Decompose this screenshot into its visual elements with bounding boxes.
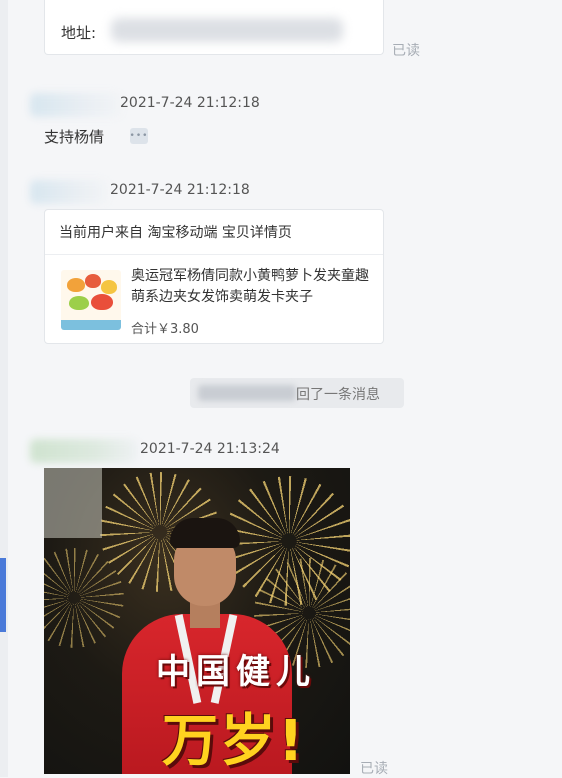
sender-name-redacted: [30, 93, 122, 117]
sticker-image[interactable]: 中国健儿 万岁!: [44, 468, 350, 774]
address-redacted: [111, 18, 343, 42]
read-status: 已读: [360, 761, 388, 777]
sticker-thumbnail-overlay: [44, 468, 102, 538]
product-card[interactable]: 当前用户来自 淘宝移动端 宝贝详情页 奥运冠军杨倩同款小黄鸭萝卜发夹童趣萌系边夹…: [44, 209, 384, 344]
product-price: 合计￥3.80: [131, 322, 199, 337]
scroll-indicator[interactable]: [0, 558, 6, 632]
message-header: 2021-7-24 21:12:18: [30, 180, 290, 204]
divider: [45, 254, 383, 255]
message-text: 支持杨倩: [44, 128, 105, 146]
notice-name-redacted: [198, 385, 296, 401]
address-label: 地址:: [61, 24, 97, 42]
message-header: 2021-7-24 21:13:24: [30, 439, 310, 463]
product-title[interactable]: 奥运冠军杨倩同款小黄鸭萝卜发夹童趣萌系边夹女发饰卖萌发卡夹子: [131, 266, 371, 308]
system-notice: 回了一条消息: [190, 378, 404, 408]
sender-name-redacted: [30, 180, 108, 204]
message-header: 2021-7-24 21:12:18: [30, 93, 290, 117]
address-card: 地址:: [44, 0, 384, 55]
message-timestamp: 2021-7-24 21:12:18: [110, 182, 250, 198]
left-rail: [0, 0, 8, 777]
message-timestamp: 2021-7-24 21:13:24: [140, 441, 280, 457]
read-status: 已读: [392, 43, 420, 59]
notice-text: 回了一条消息: [296, 387, 380, 403]
sticker-caption-line1: 中国健儿: [156, 652, 316, 692]
ellipsis-icon[interactable]: •••: [130, 128, 148, 144]
sender-name-redacted: [30, 439, 138, 463]
sticker-caption-line2: 万岁!: [162, 709, 306, 774]
product-source: 当前用户来自 淘宝移动端 宝贝详情页: [59, 225, 292, 241]
message-timestamp: 2021-7-24 21:12:18: [120, 95, 260, 111]
product-thumbnail[interactable]: [61, 270, 121, 330]
